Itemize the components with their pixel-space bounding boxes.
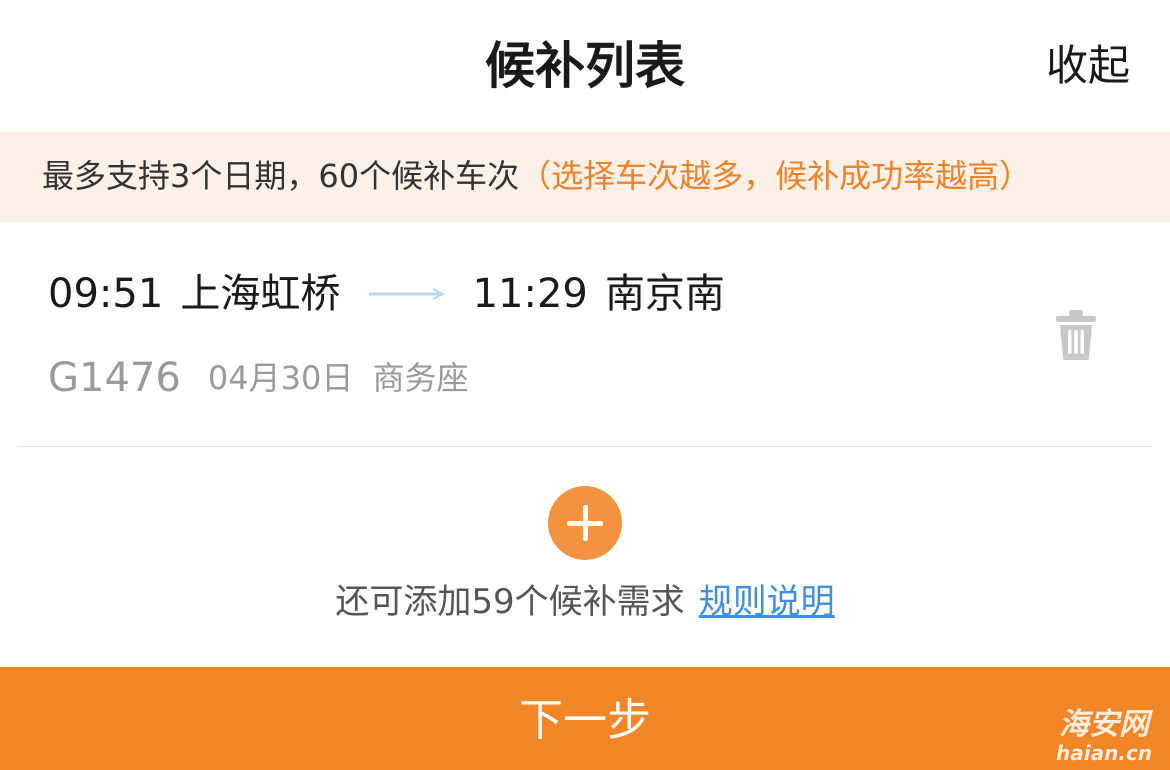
notice-main-text: 最多支持3个日期，60个候补车次 (42, 157, 520, 195)
trash-icon[interactable] (1054, 308, 1098, 362)
plus-icon (567, 505, 603, 541)
next-step-label: 下一步 (519, 695, 651, 746)
watermark: 海安网 haian.cn (1055, 707, 1152, 765)
notice-banner: 最多支持3个日期，60个候补车次（选择车次越多，候补成功率越高） (0, 132, 1170, 222)
route-row: 09:51 上海虹桥 11:29 南京南 (48, 266, 725, 322)
page-title: 候补列表 (485, 37, 685, 95)
watermark-cn: 海安网 (1058, 707, 1149, 742)
arrive-time: 11:29 (472, 271, 588, 317)
train-number: G1476 (48, 355, 181, 401)
waitlist-page: 候补列表 收起 最多支持3个日期，60个候补车次（选择车次越多，候补成功率越高）… (0, 0, 1170, 770)
notice-highlight-text: （选择车次越多，候补成功率越高） (519, 157, 1032, 195)
arrow-right-icon (369, 288, 446, 300)
add-waitlist-button[interactable] (548, 486, 622, 560)
arrive-station: 南京南 (604, 271, 725, 317)
notice-text: 最多支持3个日期，60个候补车次（选择车次越多，候补成功率越高） (42, 153, 1031, 199)
travel-date: 04月30日 (207, 359, 354, 397)
train-meta-row: G1476 04月30日 商务座 (48, 350, 482, 406)
header: 候补列表 收起 (0, 0, 1170, 132)
collapse-button[interactable]: 收起 (1046, 38, 1130, 94)
next-step-button[interactable]: 下一步 海安网 haian.cn (0, 667, 1170, 770)
remaining-quota-text: 还可添加59个候补需求 (335, 582, 685, 622)
waitlist-train-item[interactable]: 09:51 上海虹桥 11:29 南京南 G1476 04月30日 商务座 (18, 222, 1152, 447)
depart-station: 上海虹桥 (180, 271, 341, 317)
rules-link[interactable]: 规则说明 (699, 582, 835, 622)
add-hint-row: 还可添加59个候补需求 规则说明 (0, 578, 1170, 626)
watermark-en: haian.cn (1055, 741, 1152, 765)
depart-time: 09:51 (48, 271, 164, 317)
seat-class: 商务座 (372, 359, 469, 397)
